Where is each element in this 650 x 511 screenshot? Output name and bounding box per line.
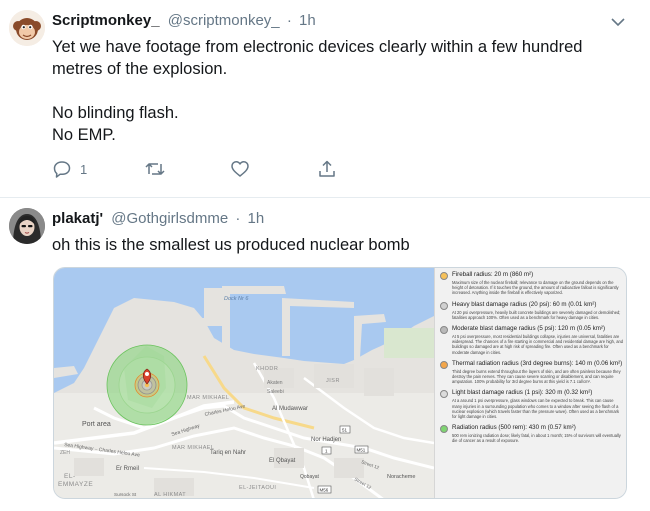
legend-description: Maximum size of the nuclear fireball; re…	[452, 280, 619, 296]
legend-description: At 5 psi overpressure, most residential …	[452, 334, 624, 355]
map-label-er-rmeil: Er Rmeil	[116, 466, 139, 472]
map-label-al-mudawwar: Al Mudawwar	[272, 406, 308, 412]
handle[interactable]: @Gothgirlsdmme	[111, 210, 228, 227]
separator: ·	[235, 210, 241, 227]
map-label-zeh: ZEH	[60, 450, 70, 456]
portrait-avatar-icon	[9, 208, 45, 244]
legend-swatch-icon	[440, 390, 448, 399]
share-icon	[319, 160, 335, 177]
reply-icon	[53, 161, 71, 178]
tweet-header: plakatj' @Gothgirlsdmme · 1h	[52, 210, 264, 227]
tweet-media[interactable]: Dock Nr 6 Port area KHODR JISR MAR MIKHA…	[53, 267, 627, 499]
map-label-mar-mikhael: MAR MIKHAEL	[187, 395, 229, 401]
legend-description: Third degree burns extend throughout the…	[452, 368, 621, 385]
map-label-sursock: Sursock St	[114, 492, 137, 497]
share-button[interactable]	[317, 158, 337, 180]
tweet-text: oh this is the smallest us produced nucl…	[52, 236, 410, 254]
chevron-down-icon	[611, 18, 625, 27]
tweet-line: Yet we have footage from electronic devi…	[52, 38, 583, 56]
route-shield-m56: M56	[320, 488, 329, 493]
map-label-qobayat: Qobayat	[300, 474, 320, 480]
tweet-line: No EMP.	[52, 126, 116, 144]
map-label-el-qbayat: El Qbayat	[269, 458, 296, 464]
map-label-nor-hadjen: Nor Hadjen	[311, 437, 341, 443]
handle[interactable]: @scriptmonkey_	[168, 12, 280, 29]
map-label-saleebi: Saleebi	[267, 389, 284, 395]
legend-item[interactable]: Radiation radius (500 rem): 430 m (0.57 …	[440, 424, 624, 443]
monkey-avatar-icon	[9, 10, 45, 46]
legend-item[interactable]: Light blast damage radius (1 psi): 320 m…	[440, 389, 624, 419]
route-shield-m51: M51	[357, 448, 366, 453]
legend-title: Radiation radius (500 rem): 430 m (0.57 …	[452, 424, 576, 432]
legend-swatch-icon	[440, 360, 448, 369]
legend-item[interactable]: Heavy blast damage radius (20 psi): 60 m…	[440, 301, 624, 320]
separator: ·	[286, 12, 292, 29]
display-name[interactable]: Scriptmonkey_	[52, 12, 160, 29]
tweet-text: Yet we have footage from electronic devi…	[52, 36, 632, 146]
legend-description: At 20 psi overpressure, heavily built co…	[452, 309, 621, 320]
reply-count: 1	[80, 161, 88, 177]
legend-item[interactable]: Moderate blast damage radius (5 psi): 12…	[440, 325, 624, 355]
tweet-scriptmonkey: Scriptmonkey_ @scriptmonkey_ · 1h Yet we…	[0, 0, 650, 200]
legend-swatch-icon	[440, 425, 448, 434]
legend-item[interactable]: Fireball radius: 20 m (860 m²) Maximum si…	[440, 271, 624, 296]
legend-item[interactable]: Thermal radiation radius (3rd degree bur…	[440, 360, 624, 385]
tweet-line: metres of the explosion.	[52, 60, 228, 78]
timestamp[interactable]: 1h	[248, 210, 265, 227]
tweet-actions: 1	[52, 158, 612, 180]
legend-swatch-icon	[440, 272, 448, 280]
map-label-port-area: Port area	[82, 421, 111, 428]
map-label-mar-mikhael-2: MAR MIKHAEL	[172, 445, 214, 451]
heart-icon	[231, 161, 249, 177]
map-label-el-emmayze: EL-	[64, 473, 76, 480]
map-label-tariq-en-nahr: Tariq en Nahr	[210, 450, 246, 456]
tweet-line	[52, 80, 632, 102]
legend-description: 500 rem ionizing radiation dose; likely …	[452, 433, 621, 444]
tweet-header: Scriptmonkey_ @scriptmonkey_ · 1h	[52, 12, 316, 29]
map-label-emmayze: EMMAYZE	[58, 481, 93, 488]
map-label-al-hikmat: AL HIKMAT	[154, 492, 186, 498]
legend-title: Moderate blast damage radius (5 psi): 12…	[452, 325, 606, 333]
legend-title: Thermal radiation radius (3rd degree bur…	[452, 359, 623, 367]
retweet-icon	[145, 163, 165, 175]
nuclear-blast-map[interactable]: Dock Nr 6 Port area KHODR JISR MAR MIKHA…	[54, 268, 434, 499]
map-label-khodr: KHODR	[256, 366, 278, 372]
route-shield-51: 51	[342, 428, 348, 433]
avatar[interactable]	[9, 208, 45, 244]
legend-description: At a around 1 psi overpressure, glass wi…	[452, 398, 620, 420]
map-label-dock: Dock Nr 6	[224, 296, 249, 302]
retweet-button[interactable]	[144, 158, 166, 180]
legend-title: Heavy blast damage radius (20 psi): 60 m…	[452, 300, 597, 308]
display-name[interactable]: plakatj'	[52, 210, 103, 227]
tweet-line: No blinding flash.	[52, 104, 179, 122]
map-label-noracheme: Noracheme	[387, 474, 415, 480]
blast-legend: Fireball radius: 20 m (860 m²) Maximum si…	[434, 268, 626, 498]
legend-swatch-icon	[440, 301, 448, 310]
reply-button[interactable]: 1	[52, 158, 87, 180]
map-label-akaten: Akaten	[267, 380, 283, 386]
legend-title: Light blast damage radius (1 psi): 320 m…	[452, 389, 593, 397]
like-button[interactable]	[230, 158, 250, 180]
map-label-jisr: JISR	[326, 378, 340, 384]
avatar[interactable]	[9, 10, 45, 46]
timestamp[interactable]: 1h	[299, 12, 316, 29]
more-options-button[interactable]	[610, 14, 630, 30]
legend-swatch-icon	[440, 326, 448, 335]
legend-title: Fireball radius: 20 m (860 m²)	[452, 271, 534, 278]
map-label-el-jeitaoui: EL-JEITAOUI	[239, 485, 276, 491]
